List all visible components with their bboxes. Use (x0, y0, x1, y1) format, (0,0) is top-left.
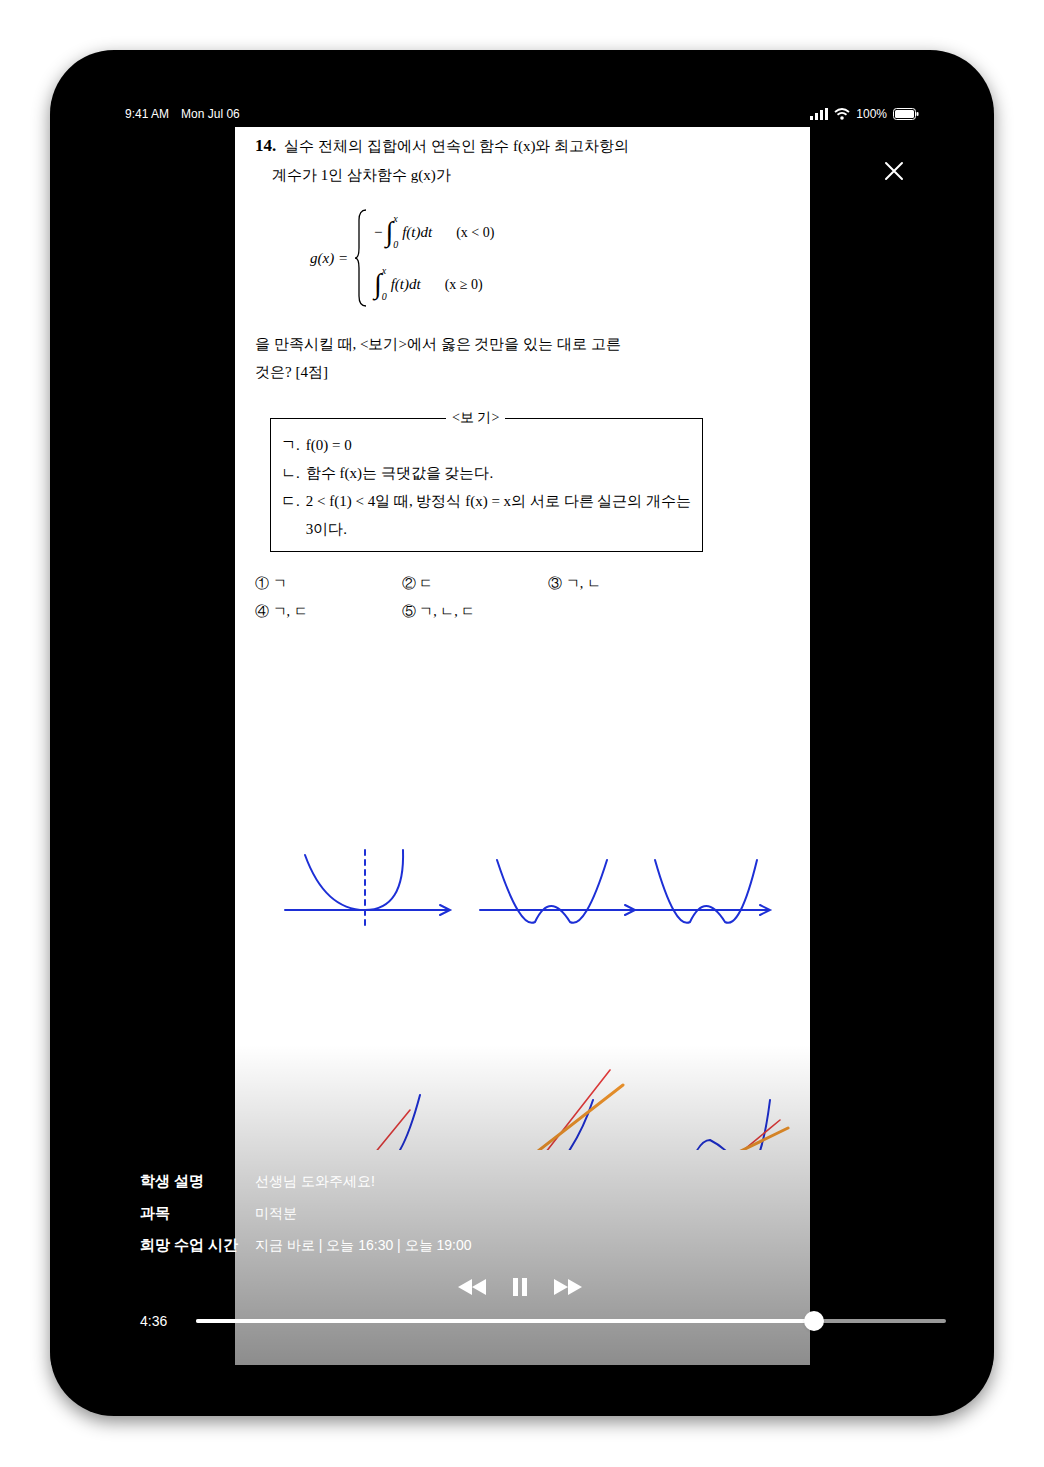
brace-icon (354, 208, 368, 308)
upper-limit: x (382, 265, 387, 277)
progress-row: 4:36 (140, 1310, 946, 1332)
tablet-frame: 9:41 AM Mon Jul 06 100% 14. 실수 전체의 집합에서 연속인… (50, 50, 994, 1416)
progress-track[interactable] (196, 1319, 946, 1323)
info-value: 미적분 (255, 1202, 472, 1224)
info-value: 지금 바로 | 오늘 16:30 | 오늘 19:00 (255, 1234, 472, 1256)
rewind-button[interactable] (455, 1275, 489, 1299)
formula-lhs: g(x) = (310, 247, 348, 270)
statement-text: 함수 f(x)는 극댓값을 갖는다. (306, 459, 494, 487)
formula-case: −∫x0f(t)dt(x < 0) (374, 213, 494, 251)
info-label: 과목 (140, 1202, 255, 1224)
statement-text: 2 < f(1) < 4일 때, 방정식 f(x) = x의 서로 다른 실근의… (306, 487, 692, 543)
lower-limit: 0 (393, 239, 398, 251)
question-line: 것은? [4점] (255, 358, 790, 386)
fast-forward-button[interactable] (551, 1275, 585, 1299)
upper-limit: x (393, 213, 398, 225)
info-label: 학생 설명 (140, 1170, 255, 1192)
status-right: 100% (810, 105, 919, 123)
question-text: 을 만족시킬 때, <보기>에서 옳은 것만을 있는 대로 고른것은? [4점] (255, 330, 790, 386)
problem-document: 14. 실수 전체의 집합에서 연속인 함수 f(x)와 최고차항의계수가 1인 … (235, 127, 810, 626)
status-date: Mon Jul 06 (181, 105, 240, 123)
progress-thumb[interactable] (804, 1311, 824, 1331)
answer-choice[interactable]: ① ㄱ (255, 570, 402, 598)
problem-heading: 14. 실수 전체의 집합에서 연속인 함수 f(x)와 최고차항의 (255, 131, 790, 161)
handwritten-graphs-icon (235, 810, 810, 1150)
signal-icon (810, 108, 828, 120)
question-line: 을 만족시킬 때, <보기>에서 옳은 것만을 있는 대로 고른 (255, 330, 790, 358)
info-label: 희망 수업 시간 (140, 1234, 255, 1256)
status-time: 9:41 AM (125, 105, 169, 123)
statement-label: ㄷ. (281, 487, 300, 543)
battery-percent: 100% (856, 105, 887, 123)
piecewise-formula: g(x) =−∫x0f(t)dt(x < 0)∫x0f(t)dt(x ≥ 0) (310, 208, 790, 308)
statement: ㄱ.f(0) = 0 (281, 431, 692, 459)
battery-icon (893, 108, 919, 120)
answer-choices: ① ㄱ② ㄷ③ ㄱ, ㄴ ④ ㄱ, ㄷ⑤ ㄱ, ㄴ, ㄷ (255, 570, 695, 626)
elapsed-time: 4:36 (140, 1311, 182, 1332)
integral-sign: ∫ (374, 266, 382, 302)
integral-limits: x0 (382, 265, 387, 303)
statement-text: f(0) = 0 (306, 431, 352, 459)
intro-line: 계수가 1인 삼차함수 g(x)가 (255, 161, 790, 190)
request-info: 학생 설명선생님 도와주세요!과목미적분희망 수업 시간지금 바로 | 오늘 1… (140, 1170, 472, 1256)
case-condition: (x ≥ 0) (445, 274, 483, 295)
close-button[interactable] (880, 157, 908, 185)
statement-label: ㄱ. (281, 431, 300, 459)
answer-choice[interactable]: ④ ㄱ, ㄷ (255, 598, 402, 626)
progress-fill (196, 1319, 814, 1323)
intro-line: 실수 전체의 집합에서 연속인 함수 f(x)와 최고차항의 (284, 132, 629, 161)
answer-choice[interactable]: ③ ㄱ, ㄴ (548, 570, 695, 598)
case-condition: (x < 0) (456, 222, 494, 243)
integral: ∫x0 (386, 213, 399, 251)
formula-cases: −∫x0f(t)dt(x < 0)∫x0f(t)dt(x ≥ 0) (374, 213, 494, 303)
statement: ㄴ.함수 f(x)는 극댓값을 갖는다. (281, 459, 692, 487)
playback-controls (455, 1272, 585, 1302)
play-pause-button[interactable] (508, 1275, 532, 1299)
statements-box: <보 기>ㄱ.f(0) = 0ㄴ.함수 f(x)는 극댓값을 갖는다.ㄷ.2 <… (270, 418, 703, 552)
statement-label: ㄴ. (281, 459, 300, 487)
status-left: 9:41 AM Mon Jul 06 (125, 105, 240, 123)
status-bar: 9:41 AM Mon Jul 06 100% (125, 105, 919, 123)
bottom-gradient (50, 1045, 994, 1365)
box-title: <보 기> (446, 408, 505, 428)
statement: ㄷ.2 < f(1) < 4일 때, 방정식 f(x) = x의 서로 다른 실… (281, 487, 692, 543)
problem-number: 14. (255, 131, 276, 160)
pause-icon (512, 1278, 528, 1296)
answer-choice[interactable]: ⑤ ㄱ, ㄴ, ㄷ (402, 598, 549, 626)
case-sign: − (374, 221, 382, 244)
fast-forward-icon (552, 1278, 584, 1296)
wifi-icon (834, 108, 850, 120)
info-value: 선생님 도와주세요! (255, 1170, 472, 1192)
formula-case: ∫x0f(t)dt(x ≥ 0) (374, 265, 494, 303)
integrand: f(t)dt (391, 273, 421, 296)
close-icon (884, 161, 904, 181)
lower-limit: 0 (382, 291, 387, 303)
integral: ∫x0 (374, 265, 387, 303)
answer-choice[interactable]: ② ㄷ (402, 570, 549, 598)
integral-sign: ∫ (386, 214, 394, 250)
integral-limits: x0 (393, 213, 398, 251)
integrand: f(t)dt (402, 221, 432, 244)
rewind-icon (456, 1278, 488, 1296)
